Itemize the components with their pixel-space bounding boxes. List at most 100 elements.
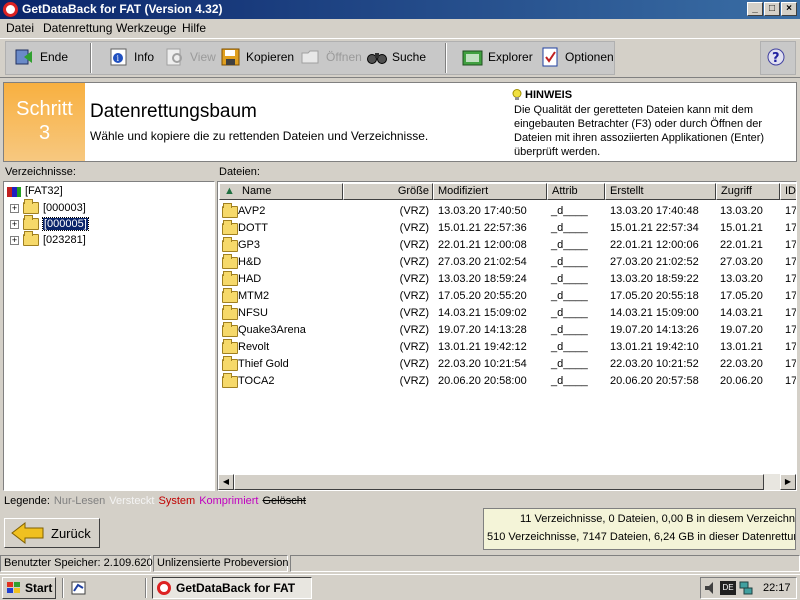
cell-access: 17.05.20 bbox=[720, 290, 763, 302]
toolbar: Ende i Info View Kopieren Öffnen Suche E… bbox=[0, 38, 800, 78]
quicklaunch-icon[interactable] bbox=[70, 579, 88, 597]
cell-size: (VRZ) bbox=[399, 375, 429, 387]
table-row[interactable]: GP3 (VRZ) 22.01.21 12:00:08 _d____ 22.01.21 … bbox=[218, 237, 796, 254]
cell-attrib: _d____ bbox=[551, 273, 588, 285]
cell-created: 19.07.20 14:13:26 bbox=[610, 324, 699, 336]
cell-attrib: _d____ bbox=[551, 239, 588, 251]
sort-up-icon: ▲ bbox=[224, 185, 235, 197]
cell-modified: 19.07.20 14:13:28 bbox=[438, 324, 527, 336]
cell-created: 27.03.20 21:02:52 bbox=[610, 256, 699, 268]
column-header-modified[interactable]: Modifiziert bbox=[433, 183, 547, 200]
save-icon bbox=[220, 47, 242, 67]
cell-size: (VRZ) bbox=[399, 324, 429, 336]
app-icon[interactable] bbox=[3, 2, 18, 17]
column-header-access[interactable]: Zugriff bbox=[716, 183, 780, 200]
suche-button[interactable]: Suche bbox=[366, 46, 426, 68]
table-row[interactable]: DOTT (VRZ) 15.01.21 22:57:36 _d____ 15.01.21… bbox=[218, 220, 796, 237]
scroll-left-icon[interactable]: ◀ bbox=[218, 474, 234, 490]
directory-tree[interactable]: [FAT32] + [000003] + [000005] + [023281] bbox=[3, 181, 215, 491]
cell-created: 13.03.20 17:40:48 bbox=[610, 205, 699, 217]
back-button[interactable]: Zurück bbox=[4, 518, 100, 548]
folder-icon bbox=[222, 288, 238, 303]
windows-logo-icon bbox=[6, 581, 22, 595]
table-row[interactable]: NFSU (VRZ) 14.03.21 15:09:02 _d____ 14.03.21… bbox=[218, 305, 796, 322]
column-header-created[interactable]: Erstellt bbox=[605, 183, 716, 200]
clock: 22:17 bbox=[763, 582, 791, 594]
folder-icon bbox=[222, 373, 238, 388]
menu-datei[interactable]: Datei bbox=[6, 21, 34, 35]
taskbar-separator bbox=[62, 578, 64, 598]
kopieren-button[interactable]: Kopieren bbox=[220, 46, 294, 68]
menu-datenrettung[interactable]: Datenrettung bbox=[43, 21, 112, 35]
taskbar-app-label: GetDataBack for FAT bbox=[176, 581, 296, 595]
optionen-button[interactable]: Optionen bbox=[539, 46, 614, 68]
column-header-size[interactable]: Größe bbox=[343, 183, 433, 200]
cell-attrib: _d____ bbox=[551, 324, 588, 336]
maximize-button[interactable]: □ bbox=[764, 2, 780, 16]
cell-modified: 13.03.20 18:59:24 bbox=[438, 273, 527, 285]
table-row[interactable]: TOCA2 (VRZ) 20.06.20 20:58:00 _d____ 20.06.2… bbox=[218, 373, 796, 390]
tree-root[interactable]: [FAT32] bbox=[6, 183, 63, 199]
tree-item[interactable]: + [023281] bbox=[10, 231, 86, 248]
oeffnen-button[interactable]: Öffnen bbox=[300, 46, 362, 68]
expand-icon[interactable]: + bbox=[10, 219, 19, 229]
table-row[interactable]: Revolt (VRZ) 13.01.21 19:42:12 _d____ 13.01.… bbox=[218, 339, 796, 356]
lightbulb-icon bbox=[512, 89, 522, 101]
column-header-id[interactable]: ID bbox=[780, 183, 796, 200]
expand-icon[interactable]: + bbox=[10, 235, 19, 245]
info-button[interactable]: i Info bbox=[108, 46, 154, 68]
view-icon bbox=[164, 47, 186, 67]
table-row[interactable]: Quake3Arena (VRZ) 19.07.20 14:13:28 _d____ 1… bbox=[218, 322, 796, 339]
start-label: Start bbox=[25, 581, 53, 595]
menu-werkzeuge[interactable]: Werkzeuge bbox=[116, 21, 176, 35]
step-word: Schritt bbox=[16, 98, 73, 120]
cell-name: Revolt bbox=[238, 341, 270, 353]
cell-name: HAD bbox=[238, 273, 262, 285]
title-bar[interactable]: GetDataBack for FAT (Version 4.32) _ □ × bbox=[0, 0, 800, 19]
ende-button[interactable]: Ende bbox=[14, 46, 68, 68]
cell-access: 19.07.20 bbox=[720, 324, 763, 336]
tree-item-selected[interactable]: + [000005] bbox=[10, 215, 89, 232]
open-folder-icon bbox=[23, 215, 39, 230]
toolbar-separator bbox=[445, 43, 447, 73]
cell-created: 17.05.20 20:55:18 bbox=[610, 290, 699, 302]
status-empty bbox=[290, 555, 800, 572]
taskbar-app-button[interactable]: GetDataBack for FAT bbox=[152, 577, 312, 599]
hint-title: HINWEIS bbox=[525, 89, 573, 101]
folder-icon bbox=[222, 203, 238, 218]
help-button[interactable]: ? bbox=[766, 46, 792, 68]
file-list[interactable]: ▲ Name Größe Modifiziert Attrib Erstellt … bbox=[217, 181, 797, 491]
cell-modified: 20.06.20 20:58:00 bbox=[438, 375, 527, 387]
horizontal-scrollbar[interactable]: ◀ ▶ bbox=[218, 474, 796, 490]
legend-readonly: Nur-Lesen bbox=[53, 495, 106, 507]
column-header-attrib[interactable]: Attrib bbox=[547, 183, 605, 200]
expand-icon[interactable]: + bbox=[10, 203, 19, 213]
cell-created: 20.06.20 20:57:58 bbox=[610, 375, 699, 387]
explorer-button[interactable]: Explorer bbox=[462, 46, 533, 68]
table-row[interactable]: MTM2 (VRZ) 17.05.20 20:55:20 _d____ 17.05.20… bbox=[218, 288, 796, 305]
folder-icon bbox=[222, 237, 238, 252]
page-title: Datenrettungsbaum bbox=[90, 101, 257, 122]
column-header-name[interactable]: ▲ Name bbox=[219, 183, 343, 200]
scroll-right-icon[interactable]: ▶ bbox=[780, 474, 796, 490]
network-icon[interactable] bbox=[739, 581, 753, 598]
scroll-thumb[interactable] bbox=[234, 474, 764, 490]
table-row[interactable]: Thief Gold (VRZ) 22.03.20 10:21:54 _d____ 22… bbox=[218, 356, 796, 373]
tray-input-icon[interactable]: DE bbox=[720, 581, 736, 595]
menu-hilfe[interactable]: Hilfe bbox=[182, 21, 206, 35]
view-button[interactable]: View bbox=[164, 46, 216, 68]
cell-id: 17 bbox=[785, 239, 797, 251]
table-row[interactable]: H&D (VRZ) 27.03.20 21:02:54 _d____ 27.03.20 … bbox=[218, 254, 796, 271]
cell-id: 17 bbox=[785, 324, 797, 336]
close-button[interactable]: × bbox=[781, 2, 797, 16]
cell-attrib: _d____ bbox=[551, 358, 588, 370]
speaker-icon[interactable] bbox=[704, 581, 718, 598]
window-title: GetDataBack for FAT (Version 4.32) bbox=[22, 2, 223, 16]
start-button[interactable]: Start bbox=[2, 577, 56, 599]
table-row[interactable]: HAD (VRZ) 13.03.20 18:59:24 _d____ 13.03.20 … bbox=[218, 271, 796, 288]
cell-size: (VRZ) bbox=[399, 205, 429, 217]
minimize-button[interactable]: _ bbox=[747, 2, 763, 16]
table-row[interactable]: AVP2 (VRZ) 13.03.20 17:40:50 _d____ 13.03.20… bbox=[218, 203, 796, 220]
tree-item[interactable]: + [000003] bbox=[10, 199, 86, 216]
hint-text: Die Qualität der geretteten Dateien kann… bbox=[514, 104, 765, 158]
